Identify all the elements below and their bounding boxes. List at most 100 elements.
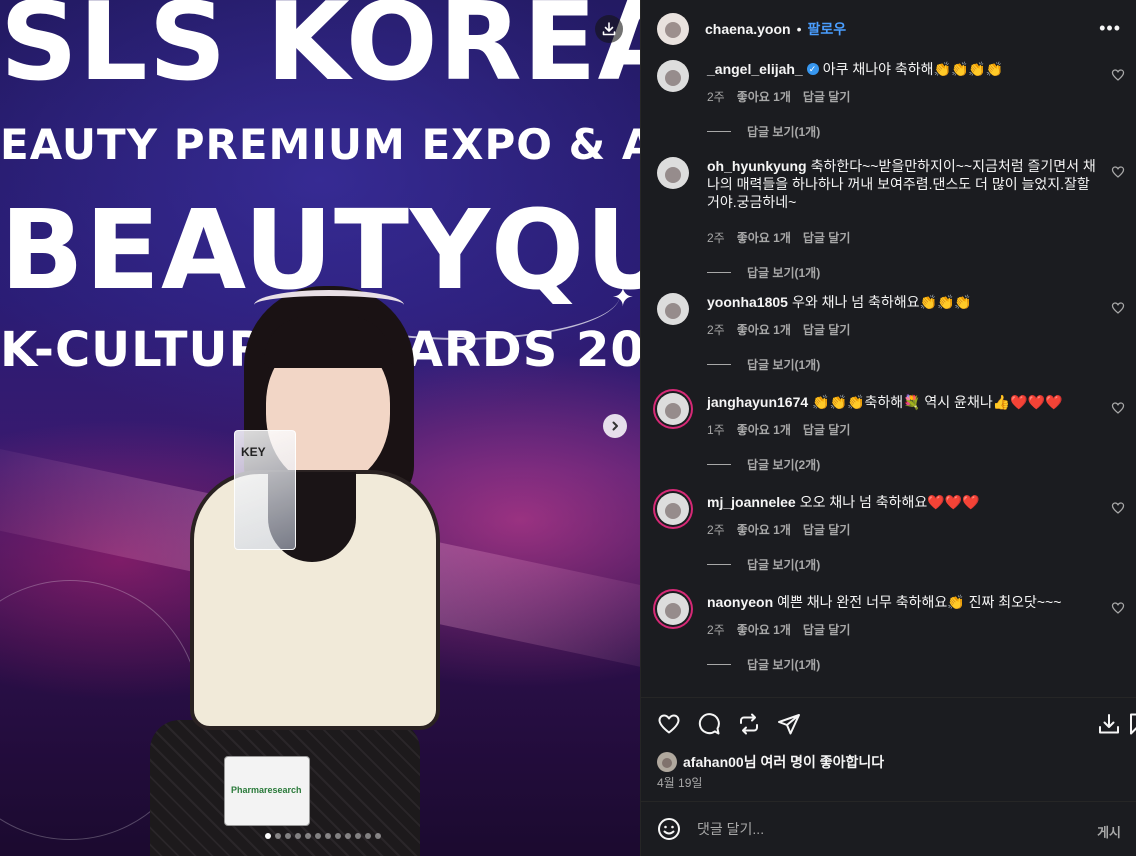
- comment-text: oh_hyunkyung 축하한다~~받을만하지이~~지금처럼 즐기면서 채나의 …: [707, 157, 1101, 211]
- reply-button[interactable]: 답글 달기: [803, 621, 851, 638]
- view-replies-button[interactable]: 답글 보기(1개): [707, 556, 820, 573]
- comment-time[interactable]: 2주: [707, 521, 725, 538]
- comment-text: _angel_elijah_ 아쿠 채나야 축하해👏👏👏👏: [707, 60, 1101, 78]
- carousel-dot[interactable]: [295, 833, 301, 839]
- carousel-dot[interactable]: [265, 833, 271, 839]
- reply-button[interactable]: 답글 달기: [803, 521, 851, 538]
- more-icon[interactable]: •••: [1099, 18, 1121, 39]
- commenter-avatar[interactable]: [657, 293, 689, 325]
- verified-icon: [806, 60, 819, 78]
- comment-meta: 2주 좋아요 1개 답글 달기: [707, 521, 850, 538]
- view-replies-label: 답글 보기(1개): [747, 658, 821, 672]
- reply-button[interactable]: 답글 달기: [803, 88, 851, 105]
- comment-likes[interactable]: 좋아요 1개: [737, 321, 791, 338]
- comment-like-button[interactable]: [1111, 401, 1125, 415]
- comment-time[interactable]: 2주: [707, 229, 725, 246]
- comment-item: oh_hyunkyung 축하한다~~받을만하지이~~지금처럼 즐기면서 채나의 …: [657, 157, 1127, 280]
- post-side-panel: chaena.yoon • 팔로우 ••• _angel_elijah_ 아쿠 채…: [640, 0, 1136, 856]
- carousel-dot[interactable]: [305, 833, 311, 839]
- post-comment-button[interactable]: 게시: [1097, 822, 1121, 841]
- comment-likes[interactable]: 좋아요 1개: [737, 521, 791, 538]
- comment-time[interactable]: 2주: [707, 88, 725, 105]
- badge-label: Pharmaresearch: [231, 785, 302, 795]
- carousel-dot[interactable]: [315, 833, 321, 839]
- save-media-icon: [1099, 714, 1119, 734]
- follow-button[interactable]: 팔로우: [808, 19, 847, 39]
- heart-icon: [1111, 69, 1125, 81]
- view-replies-button[interactable]: 답글 보기(1개): [707, 356, 820, 373]
- carousel-dot[interactable]: [375, 833, 381, 839]
- comment-like-button[interactable]: [1111, 301, 1125, 315]
- commenter-username[interactable]: oh_hyunkyung: [707, 158, 807, 174]
- photo-subject: KEY Pharmaresearch: [150, 280, 480, 856]
- comment-like-button[interactable]: [1111, 501, 1125, 515]
- commenter-username[interactable]: mj_joannelee: [707, 494, 796, 510]
- name-badge: Pharmaresearch: [224, 756, 310, 826]
- comments-list[interactable]: _angel_elijah_아쿠 채나야 축하해👏👏👏👏2주좋아요 1개답글 달…: [641, 57, 1136, 697]
- comment-like-button[interactable]: [1111, 68, 1125, 82]
- view-replies-button[interactable]: 답글 보기(1개): [707, 656, 820, 673]
- heart-icon: [1111, 602, 1125, 614]
- commenter-username[interactable]: _angel_elijah_: [707, 61, 803, 77]
- carousel-dot[interactable]: [335, 833, 341, 839]
- view-replies-button[interactable]: 답글 보기(1개): [707, 123, 820, 140]
- carousel-dot[interactable]: [345, 833, 351, 839]
- commenter-avatar[interactable]: [657, 593, 689, 625]
- likes-summary[interactable]: afahan00님 여러 명이 좋아합니다: [657, 752, 884, 772]
- post-header: chaena.yoon • 팔로우 •••: [641, 0, 1136, 57]
- commenter-avatar[interactable]: [657, 493, 689, 525]
- view-replies-button[interactable]: 답글 보기(1개): [707, 264, 820, 281]
- download-icon: [602, 22, 616, 36]
- carousel-dot[interactable]: [325, 833, 331, 839]
- replies-divider: [707, 272, 731, 273]
- share-button[interactable]: [777, 712, 801, 736]
- download-button[interactable]: [595, 15, 623, 43]
- author-username[interactable]: chaena.yoon: [705, 21, 791, 37]
- liker-avatar: [657, 752, 677, 772]
- replies-divider: [707, 364, 731, 365]
- comment-likes[interactable]: 좋아요 1개: [737, 229, 791, 246]
- carousel-dot[interactable]: [275, 833, 281, 839]
- commenter-avatar[interactable]: [657, 60, 689, 92]
- commenter-username[interactable]: yoonha1805: [707, 294, 788, 310]
- commenter-avatar[interactable]: [657, 393, 689, 425]
- carousel-dot[interactable]: [365, 833, 371, 839]
- reply-button[interactable]: 답글 달기: [803, 421, 851, 438]
- replies-divider: [707, 664, 731, 665]
- comment-time[interactable]: 2주: [707, 321, 725, 338]
- emoji-button[interactable]: [657, 817, 681, 841]
- replies-divider: [707, 564, 731, 565]
- comment-likes[interactable]: 좋아요 1개: [737, 421, 791, 438]
- comment-likes[interactable]: 좋아요 1개: [737, 621, 791, 638]
- save-media-button[interactable]: [1097, 712, 1121, 736]
- reply-button[interactable]: 답글 달기: [803, 229, 851, 246]
- comment-time[interactable]: 2주: [707, 621, 725, 638]
- subject-bangs: [264, 316, 392, 368]
- liker-username[interactable]: afahan00: [683, 754, 744, 770]
- heart-icon: [1111, 302, 1125, 314]
- commenter-avatar[interactable]: [657, 157, 689, 189]
- next-slide-button[interactable]: [603, 414, 627, 438]
- comment-item: _angel_elijah_ 아쿠 채나야 축하해👏👏👏👏 2주 좋아요 1개 답글 달…: [657, 60, 1127, 160]
- comment-input[interactable]: [697, 818, 1077, 840]
- repost-button[interactable]: [737, 712, 761, 736]
- reply-button[interactable]: 답글 달기: [803, 321, 851, 338]
- comment-button[interactable]: [697, 712, 721, 736]
- commenter-username[interactable]: janghayun1674: [707, 394, 808, 410]
- comment-like-button[interactable]: [1111, 165, 1125, 179]
- comment-likes[interactable]: 좋아요 1개: [737, 88, 791, 105]
- carousel-dot[interactable]: [285, 833, 291, 839]
- header-separator: •: [796, 20, 802, 37]
- bookmark-button[interactable]: [1126, 712, 1136, 736]
- comment-like-button[interactable]: [1111, 601, 1125, 615]
- chevron-right-icon: [612, 421, 618, 431]
- author-avatar[interactable]: [657, 12, 689, 45]
- post-media[interactable]: SLS KOREA EAUTY PREMIUM EXPO & AWARDS BE…: [0, 0, 640, 856]
- view-replies-button[interactable]: 답글 보기(2개): [707, 456, 820, 473]
- carousel-dot[interactable]: [355, 833, 361, 839]
- comment-item: naonyeon 예쁜 채나 완전 너무 축하해요👏 진짜 최오닷~~~ 2주 좋아요…: [657, 593, 1127, 693]
- comment-meta: 2주 좋아요 1개 답글 달기: [707, 321, 850, 338]
- commenter-username[interactable]: naonyeon: [707, 594, 773, 610]
- comment-time[interactable]: 1주: [707, 421, 725, 438]
- like-button[interactable]: [657, 712, 681, 736]
